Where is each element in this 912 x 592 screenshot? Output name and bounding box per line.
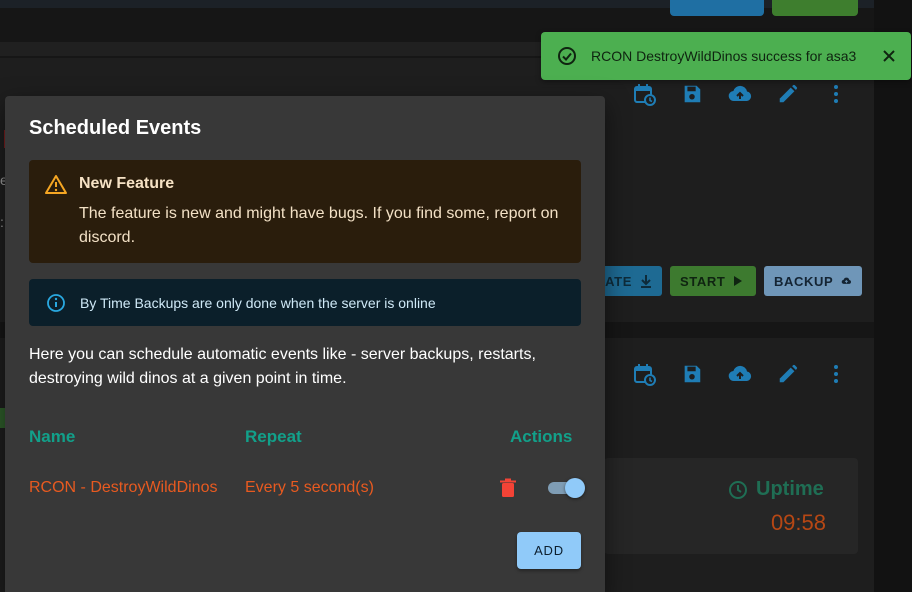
toast-message: RCON DestroyWildDinos success for asa3 — [591, 48, 857, 64]
server-toolbar — [630, 358, 860, 390]
success-toast: RCON DestroyWildDinos success for asa3 — [541, 32, 911, 80]
check-circle-icon — [558, 47, 576, 65]
background-text-fragment: : — [0, 214, 4, 230]
update-button-label: ATE — [605, 273, 632, 289]
event-name: RCON - DestroyWildDinos — [29, 479, 218, 496]
delete-trash-icon[interactable] — [499, 478, 517, 498]
uptime-panel: Uptime 09:58 — [604, 458, 858, 554]
edit-pencil-icon[interactable] — [774, 360, 802, 388]
alert-body: The feature is new and might have bugs. … — [79, 205, 559, 246]
scheduled-events-dialog: Scheduled Events New Feature The feature… — [5, 96, 605, 592]
save-icon[interactable] — [678, 360, 706, 388]
top-blue-button[interactable] — [670, 0, 764, 16]
backup-button-label: BACKUP — [774, 273, 834, 289]
uptime-label: Uptime — [728, 478, 824, 501]
uptime-value: 09:58 — [770, 510, 826, 535]
more-vertical-icon[interactable] — [822, 360, 850, 388]
new-feature-alert: New Feature The feature is new and might… — [29, 160, 581, 263]
warning-icon — [45, 175, 67, 194]
save-icon[interactable] — [678, 80, 706, 108]
close-icon[interactable] — [879, 46, 899, 66]
top-green-button[interactable] — [772, 0, 858, 16]
backup-info-alert: By Time Backups are only done when the s… — [29, 279, 581, 326]
column-header-actions: Actions — [510, 427, 573, 446]
server-toolbar — [630, 78, 860, 110]
column-header-name: Name — [29, 427, 76, 446]
event-enabled-toggle[interactable] — [548, 476, 588, 500]
play-icon — [734, 276, 743, 286]
calendar-schedule-icon[interactable] — [630, 80, 658, 108]
uptime-label-text: Uptime — [756, 478, 824, 500]
cloud-upload-icon[interactable] — [726, 80, 754, 108]
info-icon — [47, 293, 65, 312]
right-strip — [874, 0, 912, 592]
info-text: By Time Backups are only done when the s… — [80, 294, 436, 311]
dialog-title: Scheduled Events — [29, 117, 202, 139]
server-action-buttons: ATE START BACKUP — [580, 266, 862, 296]
clock-icon — [729, 480, 747, 499]
toggle-knob — [565, 478, 585, 498]
download-icon — [641, 275, 651, 288]
dialog-description: Here you can schedule automatic events l… — [29, 346, 536, 387]
cloud-upload-icon[interactable] — [726, 360, 754, 388]
column-header-repeat: Repeat — [245, 427, 302, 446]
more-vertical-icon[interactable] — [822, 80, 850, 108]
calendar-schedule-icon[interactable] — [630, 360, 658, 388]
cloud-upload-icon — [841, 277, 852, 284]
start-button-label: START — [680, 273, 726, 289]
start-button[interactable]: START — [670, 266, 756, 296]
add-event-button[interactable]: ADD — [517, 532, 581, 569]
event-repeat: Every 5 second(s) — [245, 479, 374, 496]
edit-pencil-icon[interactable] — [774, 80, 802, 108]
backup-button[interactable]: BACKUP — [764, 266, 862, 296]
alert-title: New Feature — [79, 175, 175, 192]
